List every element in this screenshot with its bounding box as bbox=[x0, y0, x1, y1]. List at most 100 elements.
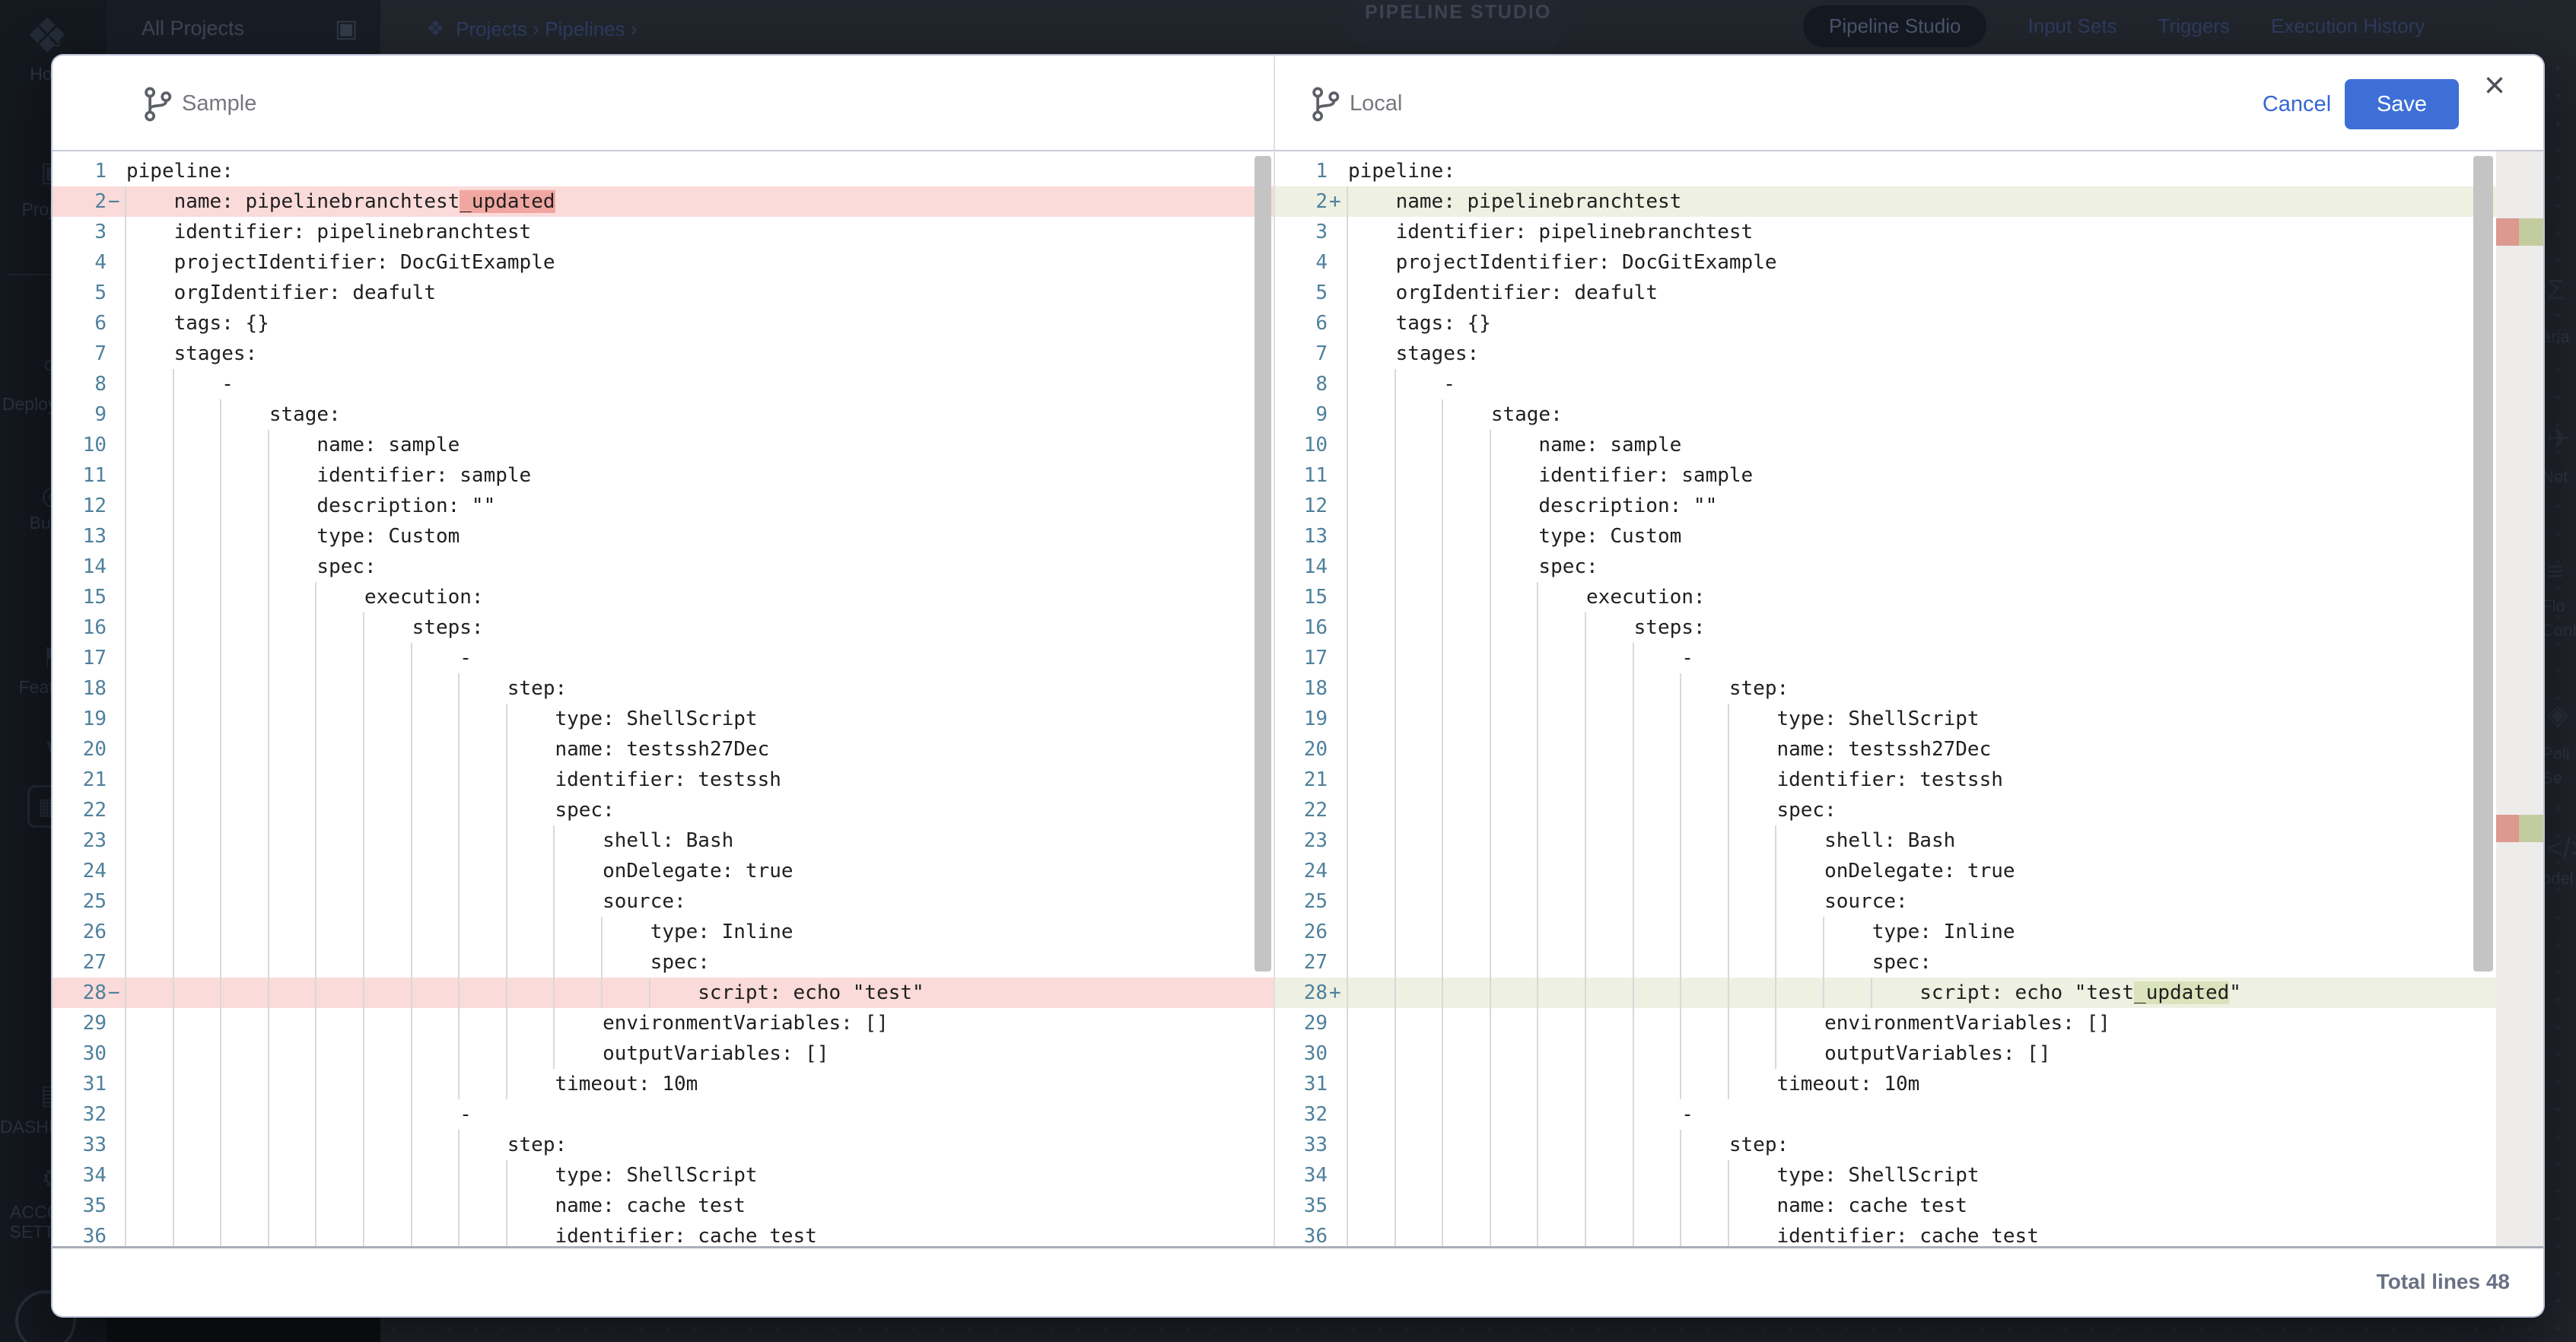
diff-overview-ruler[interactable] bbox=[2496, 151, 2543, 1246]
code-line[interactable]: 2−name: pipelinebranchtest_updated bbox=[52, 186, 1275, 217]
code-line[interactable]: 16steps: bbox=[1275, 612, 2543, 643]
code-line[interactable]: 29environmentVariables: [] bbox=[1275, 1008, 2543, 1038]
code-line[interactable]: 36identifier: cache_test bbox=[1275, 1221, 2543, 1246]
diff-pane-original[interactable]: 1pipeline:2−name: pipelinebranchtest_upd… bbox=[52, 151, 1275, 1246]
code-line[interactable]: 1pipeline: bbox=[52, 156, 1275, 186]
code-line[interactable]: 25source: bbox=[52, 886, 1275, 917]
code-line[interactable]: 19type: ShellScript bbox=[52, 704, 1275, 734]
breadcrumb[interactable]: ❖Projects › Pipelines › bbox=[426, 16, 638, 41]
code-line[interactable]: 30outputVariables: [] bbox=[52, 1038, 1275, 1069]
code-line[interactable]: 34type: ShellScript bbox=[1275, 1160, 2543, 1191]
code-line[interactable]: 20name: testssh27Dec bbox=[1275, 734, 2543, 765]
code-line[interactable]: 31timeout: 10m bbox=[1275, 1069, 2543, 1099]
code-line[interactable]: 22spec: bbox=[52, 795, 1275, 825]
right-rail-item-variables[interactable]: aria bbox=[2542, 327, 2570, 347]
tab-input-sets[interactable]: Input Sets bbox=[2027, 14, 2116, 38]
project-switcher[interactable]: All Projects bbox=[142, 17, 244, 40]
close-icon[interactable]: × bbox=[2484, 68, 2505, 104]
code-line[interactable]: 10name: sample bbox=[1275, 430, 2543, 460]
notify-icon[interactable]: ✈ bbox=[2547, 423, 2576, 455]
code-line[interactable]: 5orgIdentifier: deafult bbox=[1275, 278, 2543, 308]
variables-icon[interactable]: Σ bbox=[2547, 274, 2576, 306]
code-line[interactable]: 36identifier: cache_test bbox=[52, 1221, 1275, 1246]
code-icon[interactable]: </> bbox=[2547, 832, 2576, 864]
code-line[interactable]: 34type: ShellScript bbox=[52, 1160, 1275, 1191]
code-line[interactable]: 18step: bbox=[52, 673, 1275, 704]
code-line[interactable]: 23shell: Bash bbox=[1275, 825, 2543, 856]
flow-control-icon[interactable]: ≡ bbox=[2547, 555, 2576, 587]
code-line[interactable]: 7stages: bbox=[1275, 339, 2543, 369]
code-line[interactable]: 32- bbox=[52, 1099, 1275, 1130]
code-line[interactable]: 8- bbox=[52, 369, 1275, 399]
code-line[interactable]: 1pipeline: bbox=[1275, 156, 2543, 186]
policy-sets-icon[interactable]: ◈ bbox=[2547, 698, 2576, 730]
code-line[interactable]: 5orgIdentifier: deafult bbox=[52, 278, 1275, 308]
code-line[interactable]: 4projectIdentifier: DocGitExample bbox=[52, 247, 1275, 278]
code-line[interactable]: 6tags: {} bbox=[1275, 308, 2543, 339]
code-line[interactable]: 9stage: bbox=[1275, 399, 2543, 430]
code-line[interactable]: 2+name: pipelinebranchtest bbox=[1275, 186, 2543, 217]
code-line[interactable]: 15execution: bbox=[1275, 582, 2543, 612]
save-button[interactable]: Save bbox=[2345, 79, 2459, 129]
code-line[interactable]: 3identifier: pipelinebranchtest bbox=[1275, 217, 2543, 247]
code-line[interactable]: 33step: bbox=[52, 1130, 1275, 1160]
code-line[interactable]: 14spec: bbox=[1275, 552, 2543, 582]
code-line[interactable]: 26type: Inline bbox=[52, 917, 1275, 947]
code-line[interactable]: 30outputVariables: [] bbox=[1275, 1038, 2543, 1069]
tab-triggers[interactable]: Triggers bbox=[2158, 14, 2230, 38]
code-line[interactable]: 20name: testssh27Dec bbox=[52, 734, 1275, 765]
home-icon[interactable]: ⌂ bbox=[0, 21, 107, 53]
code-line[interactable]: 17- bbox=[52, 643, 1275, 673]
code-line[interactable]: 35name: cache test bbox=[1275, 1191, 2543, 1221]
code-line[interactable]: 19type: ShellScript bbox=[1275, 704, 2543, 734]
code-line[interactable]: 14spec: bbox=[52, 552, 1275, 582]
code-line[interactable]: 28+script: echo "test_updated" bbox=[1275, 978, 2543, 1008]
code-line[interactable]: 27spec: bbox=[1275, 947, 2543, 978]
code-line[interactable]: 7stages: bbox=[52, 339, 1275, 369]
right-rail-item-flow-control[interactable]: Flo bbox=[2542, 596, 2565, 616]
breadcrumb-text[interactable]: Projects › Pipelines › bbox=[456, 17, 637, 40]
code-line[interactable]: 10name: sample bbox=[52, 430, 1275, 460]
code-line[interactable]: 31timeout: 10m bbox=[52, 1069, 1275, 1099]
code-line[interactable]: 13type: Custom bbox=[1275, 521, 2543, 552]
code-line[interactable]: 15execution: bbox=[52, 582, 1275, 612]
code-line[interactable]: 35name: cache test bbox=[52, 1191, 1275, 1221]
code-line[interactable]: 26type: Inline bbox=[1275, 917, 2543, 947]
code-line[interactable]: 21identifier: testssh bbox=[52, 765, 1275, 795]
code-line[interactable]: 8- bbox=[1275, 369, 2543, 399]
code-line[interactable]: 18step: bbox=[1275, 673, 2543, 704]
code-line[interactable]: 25source: bbox=[1275, 886, 2543, 917]
code-line[interactable]: 3identifier: pipelinebranchtest bbox=[52, 217, 1275, 247]
code-line[interactable]: 23shell: Bash bbox=[52, 825, 1275, 856]
code-line[interactable]: 32- bbox=[1275, 1099, 2543, 1130]
code-line[interactable]: 29environmentVariables: [] bbox=[52, 1008, 1275, 1038]
code-line[interactable]: 33step: bbox=[1275, 1130, 2543, 1160]
code-line[interactable]: 11identifier: sample bbox=[1275, 460, 2543, 491]
right-scrollbar-thumb[interactable] bbox=[2473, 156, 2493, 972]
code-line[interactable]: 24onDelegate: true bbox=[1275, 856, 2543, 886]
code-line[interactable]: 24onDelegate: true bbox=[52, 856, 1275, 886]
code-line[interactable]: 28−script: echo "test" bbox=[52, 978, 1275, 1008]
tab-execution-history[interactable]: Execution History bbox=[2271, 14, 2425, 38]
code-line[interactable]: 16steps: bbox=[52, 612, 1275, 643]
code-line[interactable]: 22spec: bbox=[1275, 795, 2543, 825]
code-line[interactable]: 12description: "" bbox=[52, 491, 1275, 521]
right-rail-item-notify[interactable]: Not bbox=[2542, 467, 2568, 487]
diff-pane-modified[interactable]: 1pipeline:2+name: pipelinebranchtest3ide… bbox=[1275, 151, 2543, 1246]
code-line[interactable]: 11identifier: sample bbox=[52, 460, 1275, 491]
code-text: identifier: pipelinebranchtest bbox=[174, 217, 532, 247]
code-line[interactable]: 4projectIdentifier: DocGitExample bbox=[1275, 247, 2543, 278]
code-line[interactable]: 12description: "" bbox=[1275, 491, 2543, 521]
right-rail-item-policy-sets[interactable]: Se bbox=[2542, 768, 2562, 788]
code-line[interactable]: 21identifier: testssh bbox=[1275, 765, 2543, 795]
code-line[interactable]: 17- bbox=[1275, 643, 2543, 673]
right-rail-item-flow-control[interactable]: Cont bbox=[2542, 621, 2576, 641]
code-line[interactable]: 27spec: bbox=[52, 947, 1275, 978]
code-line[interactable]: 6tags: {} bbox=[52, 308, 1275, 339]
right-rail-item-code[interactable]: odel bbox=[2542, 869, 2574, 889]
right-rail-item-policy-sets[interactable]: Poli bbox=[2542, 744, 2570, 764]
tab-pipeline-studio[interactable]: Pipeline Studio bbox=[1803, 5, 1986, 47]
code-line[interactable]: 9stage: bbox=[52, 399, 1275, 430]
left-scrollbar-thumb[interactable] bbox=[1255, 156, 1271, 972]
code-line[interactable]: 13type: Custom bbox=[52, 521, 1275, 552]
